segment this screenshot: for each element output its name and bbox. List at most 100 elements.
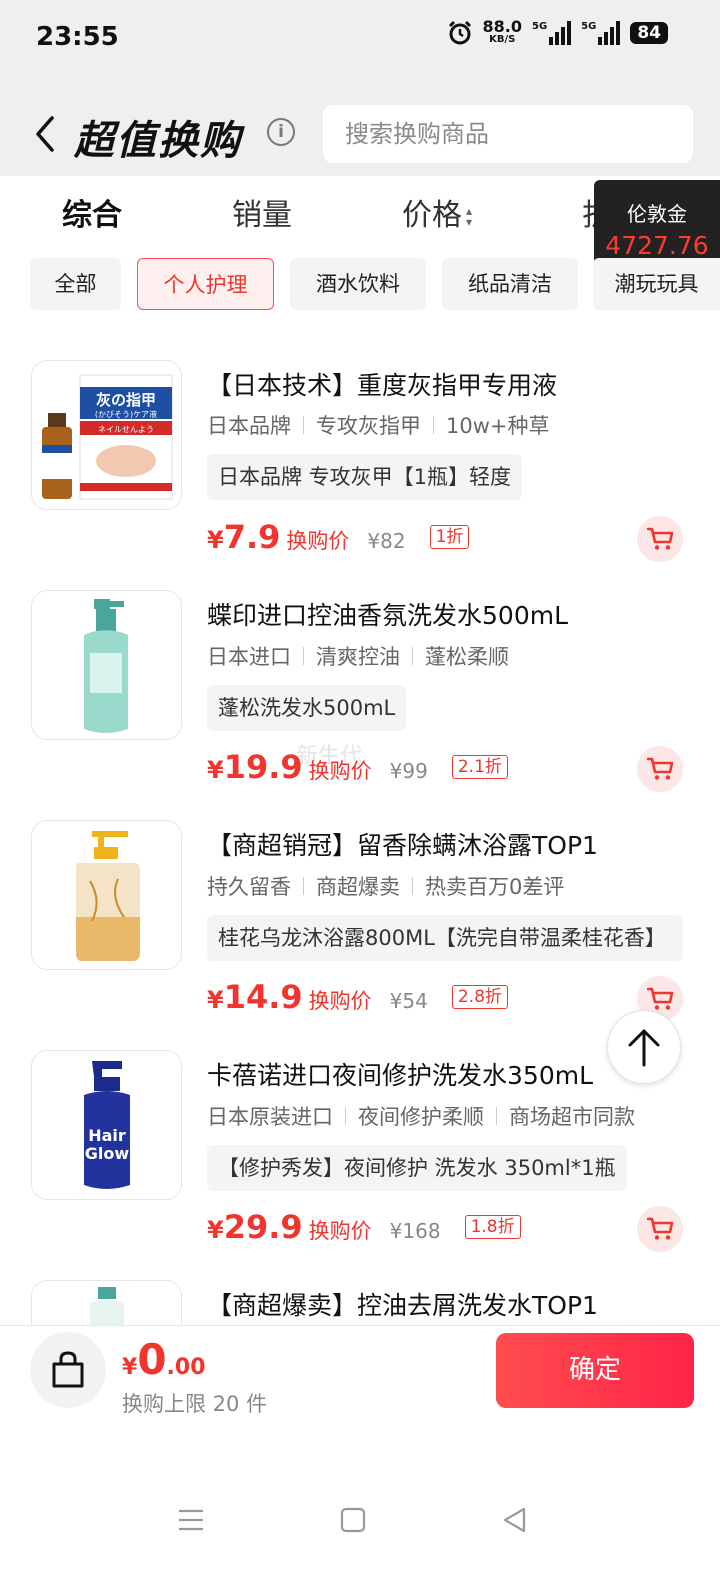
product-tag: 专攻灰指甲 bbox=[316, 414, 421, 438]
network-speed: 88.0 KB/S bbox=[483, 19, 522, 46]
product-spec[interactable]: 桂花乌龙沐浴露800ML【洗完自带温柔桂花香】 bbox=[207, 915, 683, 961]
product-name[interactable]: 【日本技术】重度灰指甲专用液 bbox=[207, 366, 557, 402]
product-tag: 蓬松柔顺 bbox=[425, 645, 509, 669]
hair-glow-bottle-image: Hair Glow bbox=[84, 1061, 130, 1189]
price-label: 换购价 bbox=[286, 529, 350, 553]
product-tag: 夜间修护柔顺 bbox=[358, 1105, 484, 1129]
product-name[interactable]: 卡蓓诺进口夜间修护洗发水350mL bbox=[207, 1056, 593, 1092]
product-price-row: ¥ 29.9 换购价 ¥168 1.8折 bbox=[207, 1208, 521, 1246]
product-price-row: ¥ 7.9 换购价 ¥82 1折 bbox=[207, 518, 470, 556]
cart-icon bbox=[647, 987, 674, 1010]
battery-level: 84 bbox=[630, 22, 668, 44]
nail-liquid-image: 灰の指甲 (かびそう)ケア液 ネイルせんよう bbox=[42, 374, 173, 500]
net-type-1: 5G bbox=[531, 21, 548, 32]
menu-icon[interactable] bbox=[176, 1505, 206, 1535]
product-name[interactable]: 【商超销冠】留香除螨沐浴露TOP1 bbox=[207, 826, 598, 862]
add-to-cart-button[interactable] bbox=[637, 516, 683, 562]
price-value: 14.9 bbox=[223, 978, 303, 1016]
shampoo-bottle-image bbox=[84, 599, 128, 733]
body-wash-bottle-image bbox=[76, 831, 140, 961]
speed-unit: KB/S bbox=[489, 34, 516, 45]
product-tag: 热卖百万0差评 bbox=[425, 875, 565, 899]
total-integer: 0 bbox=[137, 1335, 167, 1384]
total-price: ¥ 0 .00 bbox=[122, 1335, 206, 1384]
coin-badge: 伦敦金 4727.76 bbox=[594, 180, 720, 266]
original-price: ¥82 bbox=[367, 529, 406, 553]
product-image[interactable] bbox=[31, 590, 182, 740]
signal-2: 5G bbox=[581, 21, 621, 45]
image-text-3: ネイルせんよう bbox=[98, 425, 154, 434]
category-personal-care[interactable]: 个人护理 bbox=[137, 258, 274, 310]
discount-badge: 1.8折 bbox=[464, 1215, 521, 1239]
product-price-row: ¥ 14.9 换购价 ¥54 2.8折 bbox=[207, 978, 508, 1016]
product-name[interactable]: 【商超爆卖】控油去屑洗发水TOP1 bbox=[207, 1286, 598, 1322]
shopping-bag-button[interactable] bbox=[30, 1332, 106, 1408]
price-label: 换购价 bbox=[308, 989, 372, 1013]
add-to-cart-button[interactable] bbox=[637, 1206, 683, 1252]
category-paper-cleaning[interactable]: 纸品清洁 bbox=[442, 258, 578, 310]
signal-1: 5G bbox=[531, 21, 572, 45]
back-chevron-icon[interactable] bbox=[32, 112, 56, 156]
cart-icon bbox=[647, 1217, 674, 1240]
product-spec[interactable]: 【修护秀发】夜间修护 洗发水 350ml*1瓶 bbox=[207, 1145, 627, 1191]
image-text-2: Glow bbox=[85, 1144, 130, 1163]
product-spec[interactable]: 蓬松洗发水500mL bbox=[207, 685, 407, 731]
product-tag: 持久留香 bbox=[207, 875, 291, 899]
sort-tab-price[interactable]: 价格 ▴ ▾ bbox=[402, 190, 478, 234]
purchase-limit-text: 换购上限 20 件 bbox=[122, 1392, 268, 1416]
product-tag: 日本品牌 bbox=[207, 414, 291, 438]
shopping-bag-icon bbox=[52, 1351, 84, 1388]
product-tags: 日本原装进口 夜间修护柔顺 商场超市同款 bbox=[207, 1101, 635, 1131]
price-currency: ¥ bbox=[207, 1216, 224, 1244]
discount-badge: 2.1折 bbox=[451, 755, 508, 779]
product-tag: 日本进口 bbox=[207, 645, 291, 669]
discount-badge: 2.8折 bbox=[451, 985, 508, 1009]
product-tag: 日本原装进口 bbox=[207, 1105, 333, 1129]
discount-badge: 1折 bbox=[429, 525, 470, 549]
product-tag: 商场超市同款 bbox=[509, 1105, 635, 1129]
sort-tab-comprehensive[interactable]: 综合 bbox=[62, 190, 122, 234]
info-icon[interactable]: i bbox=[267, 118, 295, 146]
category-toys[interactable]: 潮玩玩具 bbox=[593, 258, 720, 310]
confirm-button[interactable]: 确定 bbox=[496, 1333, 694, 1408]
status-time: 23:55 bbox=[36, 22, 119, 52]
price-label: 换购价 bbox=[308, 759, 372, 783]
product-tags: 日本品牌 专攻灰指甲 10w+种草 bbox=[207, 410, 550, 440]
cart-icon bbox=[647, 757, 674, 780]
product-image[interactable] bbox=[31, 820, 182, 970]
category-all[interactable]: 全部 bbox=[30, 258, 121, 310]
product-spec[interactable]: 日本品牌 专攻灰甲【1瓶】轻度 bbox=[207, 454, 523, 500]
product-tag: 10w+种草 bbox=[446, 414, 550, 438]
original-price: ¥54 bbox=[389, 989, 428, 1013]
product-tags: 日本进口 清爽控油 蓬松柔顺 bbox=[207, 641, 509, 671]
coin-value: 4727.76 bbox=[605, 231, 709, 260]
search-input[interactable]: 搜索换购商品 bbox=[323, 105, 693, 163]
cart-icon bbox=[647, 527, 674, 550]
product-tags: 持久留香 商超爆卖 热卖百万0差评 bbox=[207, 871, 564, 901]
total-currency: ¥ bbox=[122, 1355, 138, 1380]
category-drinks[interactable]: 酒水饮料 bbox=[290, 258, 426, 310]
sort-arrows-icon: ▴ ▾ bbox=[466, 203, 473, 229]
arrow-up-icon bbox=[628, 1029, 660, 1067]
original-price: ¥99 bbox=[389, 759, 428, 783]
image-text-1: Hair bbox=[88, 1126, 126, 1145]
signal-bars-icon bbox=[549, 21, 572, 45]
sort-tab-sales[interactable]: 销量 bbox=[232, 190, 292, 234]
back-triangle-icon[interactable] bbox=[500, 1505, 530, 1535]
product-price-row: ¥ 19.9 换购价 ¥99 2.1折 bbox=[207, 748, 508, 786]
back-to-top-button[interactable] bbox=[607, 1010, 681, 1084]
price-currency: ¥ bbox=[207, 756, 224, 784]
price-value: 19.9 bbox=[223, 748, 303, 786]
net-type-2: 5G bbox=[581, 21, 597, 32]
product-image[interactable]: 灰の指甲 (かびそう)ケア液 ネイルせんよう bbox=[31, 360, 182, 510]
coin-label: 伦敦金 bbox=[627, 202, 687, 226]
add-to-cart-button[interactable] bbox=[637, 746, 683, 792]
product-image[interactable]: Hair Glow bbox=[31, 1050, 182, 1200]
sort-tab-price-label: 价格 bbox=[402, 198, 462, 233]
page-title: 超值换购 bbox=[74, 118, 242, 164]
total-decimal: .00 bbox=[166, 1355, 206, 1380]
home-square-icon[interactable] bbox=[339, 1505, 367, 1535]
product-name[interactable]: 蝶印进口控油香氛洗发水500mL bbox=[207, 596, 568, 632]
alarm-icon bbox=[448, 20, 471, 45]
status-icons: 88.0 KB/S 5G 5G 84 bbox=[447, 19, 668, 46]
